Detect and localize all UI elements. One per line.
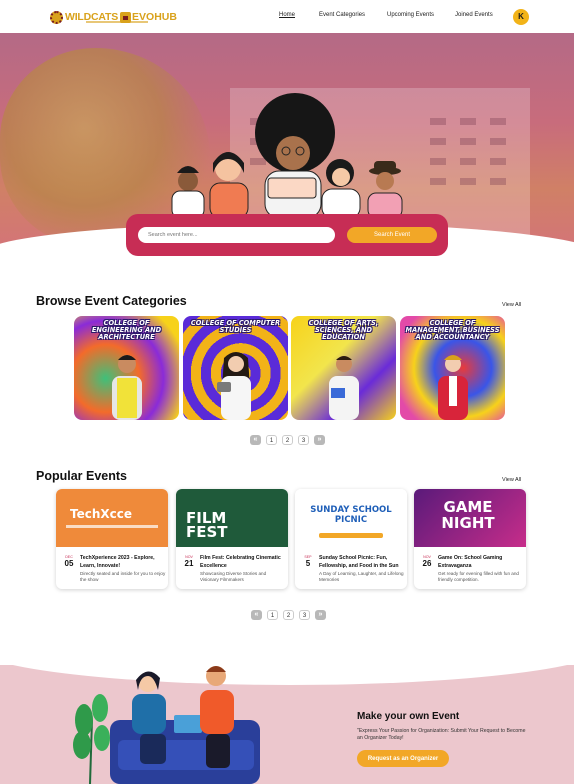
category-label: College of Engineering and Architecture (91, 319, 162, 341)
event-description: Directly seated and inside for you to en… (80, 571, 166, 582)
prev-page-button[interactable]: « (251, 610, 262, 620)
user-avatar[interactable]: K (513, 9, 529, 25)
page-2-button[interactable]: 2 (282, 435, 293, 445)
event-title: Film Fest: Celebrating Cinematic Excelle… (200, 555, 281, 569)
category-card-arts-sciences[interactable]: College of Arts, Sciences, and Education (291, 316, 396, 420)
search-event-button[interactable]: Search Event (347, 227, 437, 243)
nav-joined-events[interactable]: Joined Events (455, 12, 493, 18)
event-title: TechXperience 2023 - Explore, Learn, Inn… (80, 555, 155, 569)
page-1-button[interactable]: 1 (266, 435, 277, 445)
page-3-button[interactable]: 3 (298, 435, 309, 445)
event-image: FILM FEST (176, 489, 288, 547)
events-view-all-link[interactable]: View All (502, 477, 521, 483)
engineer-illustration (112, 355, 142, 420)
nav-upcoming-events[interactable]: Upcoming Events (387, 12, 434, 18)
event-title: Sunday School Picnic: Fun, Fellowship, a… (319, 555, 399, 569)
nav-event-categories[interactable]: Event Categories (319, 12, 365, 18)
gear-logo-icon (50, 10, 63, 24)
navbar: WILDCATS EVOHUB Home Event Categories Up… (0, 0, 574, 33)
event-day: 05 (64, 559, 74, 568)
organizer-title: Make your own Event (357, 711, 460, 722)
request-organizer-button[interactable]: Request as an Organizer (357, 750, 449, 767)
event-day: 21 (184, 559, 194, 568)
next-page-button[interactable]: » (314, 435, 325, 445)
popular-events-title: Popular Events (36, 469, 127, 483)
event-image-text: FILM FEST (186, 509, 228, 541)
prev-page-button[interactable]: « (250, 435, 261, 445)
students-group-illustration (171, 93, 403, 218)
category-label: College of Arts, Sciences, and Education (308, 319, 379, 341)
event-image-text: SUNDAY SCHOOL PICNIC (310, 505, 392, 525)
event-day: 5 (305, 559, 311, 568)
event-description: A Day of Learning, Laughter, and Lifelon… (319, 571, 404, 582)
student-books-illustration (329, 356, 359, 420)
event-image-text: GAME NIGHT (441, 498, 495, 532)
page-1-button[interactable]: 1 (267, 610, 278, 620)
event-card[interactable]: GAME NIGHT NOV 26 Game On: School Gaming… (414, 489, 526, 589)
event-card[interactable]: SUNDAY SCHOOL PICNIC SEP 5 Sunday School… (295, 489, 407, 589)
category-card-engineering[interactable]: College of Engineering and Architecture (74, 316, 179, 420)
next-page-button[interactable]: » (315, 610, 326, 620)
event-image-text: TechXcce (70, 507, 133, 521)
category-label: College of Computer Studies (190, 319, 281, 334)
page-3-button[interactable]: 3 (299, 610, 310, 620)
hero-search-box: Search Event (126, 214, 448, 256)
event-image: SUNDAY SCHOOL PICNIC (295, 489, 407, 547)
events-pagination: « 1 2 3 » (251, 610, 331, 620)
logo-tagline-bar (86, 21, 148, 23)
organizer-description: "Express Your Passion for Organization: … (357, 728, 526, 741)
categories-view-all-link[interactable]: View All (502, 302, 521, 308)
categories-pagination: « 1 2 3 » (250, 435, 330, 445)
student-tablet-illustration (217, 352, 251, 420)
couple-couch-illustration (73, 666, 260, 784)
categories-title: Browse Event Categories (36, 294, 187, 308)
event-search-input[interactable] (138, 227, 335, 243)
event-description: Get ready for evening filled with fun an… (438, 571, 519, 582)
category-label: College of Management, Business and Acco… (405, 319, 500, 341)
event-day: 26 (422, 559, 432, 568)
event-card[interactable]: TechXcce DEC 05 TechXperience 2023 - Exp… (56, 489, 168, 589)
event-image: GAME NIGHT (414, 489, 526, 547)
event-card[interactable]: FILM FEST NOV 21 Film Fest: Celebrating … (176, 489, 288, 589)
event-title: Game On: School Gaming Extravaganza (438, 555, 503, 569)
event-image: TechXcce (56, 489, 168, 547)
category-card-computer-studies[interactable]: College of Computer Studies (183, 316, 288, 420)
page-2-button[interactable]: 2 (283, 610, 294, 620)
nav-home[interactable]: Home (279, 12, 295, 18)
event-description: Showcasing Diverse Stories and Visionary… (200, 571, 267, 582)
student-blazer-illustration (438, 355, 468, 420)
category-card-management-business[interactable]: College of Management, Business and Acco… (400, 316, 505, 420)
